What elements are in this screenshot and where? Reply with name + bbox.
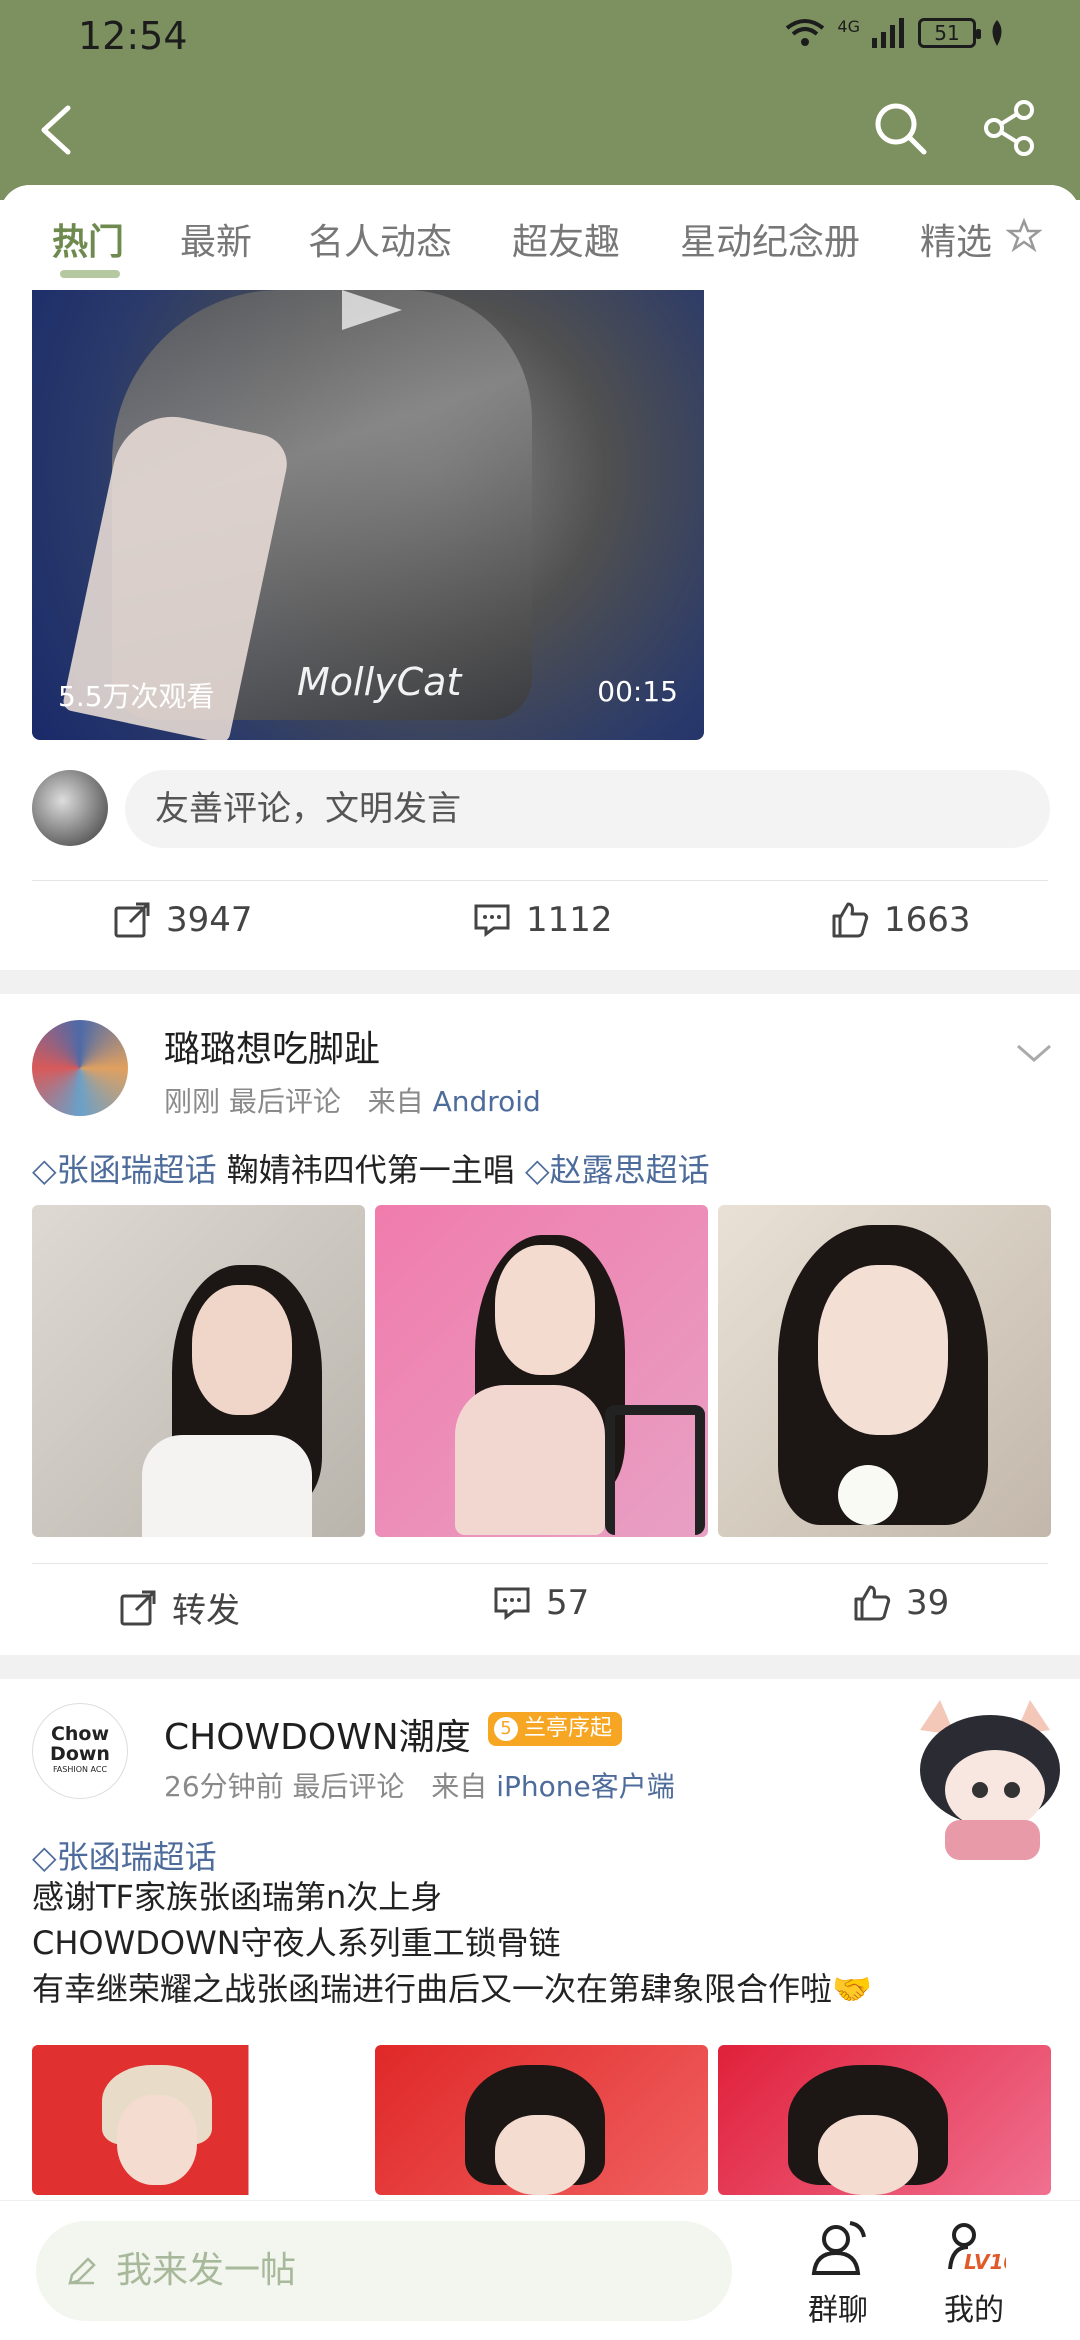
post-time: 刚刚 <box>164 1085 221 1118</box>
share-icon[interactable] <box>980 98 1040 158</box>
level-label: LV10 <box>964 2250 1006 2274</box>
signal-icon <box>872 18 904 48</box>
back-icon[interactable] <box>30 100 90 160</box>
comment-count: 1112 <box>526 900 613 940</box>
tab-bar: 热门 最新 名人动态 超友趣 星动纪念册 精选 <box>0 185 1080 290</box>
group-chat-icon <box>811 2221 866 2275</box>
post-actions: 转发 57 39 <box>0 1563 1080 1653</box>
repost-button[interactable]: 3947 <box>112 900 253 940</box>
post-last-comment: 最后评论 <box>228 1085 341 1118</box>
status-time: 12:54 <box>78 14 188 58</box>
bottom-bar: 我来发一帖 群聊 LV10 我的 <box>0 2200 1080 2340</box>
chevron-down-icon[interactable] <box>1014 1042 1054 1066</box>
post-text: ◇张函瑞超话 <box>32 1832 217 1878</box>
post-text: ◇张函瑞超话 鞠婧祎四代第一主唱 ◇赵露思超话 <box>32 1145 710 1191</box>
topic-link[interactable]: ◇赵露思超话 <box>525 1151 710 1189</box>
network-label: 4G <box>837 16 860 36</box>
post-time: 26分钟前 <box>164 1770 284 1803</box>
badge-level: 5 <box>494 1717 518 1741</box>
status-bar: 12:54 4G 51 <box>0 0 1080 80</box>
post-body: CHOWDOWN守夜人系列重工锁骨链 <box>32 1924 561 1962</box>
post-meta: 26分钟前 最后评论 来自 iPhone客户端 <box>164 1765 675 1805</box>
repost-count: 3947 <box>166 900 253 940</box>
group-chat-label: 群聊 <box>808 2293 868 2328</box>
comment-count: 57 <box>546 1583 590 1623</box>
cat-sticker-icon <box>920 1700 1060 1860</box>
post-username[interactable]: 璐璐想吃脚趾 <box>164 1020 380 1072</box>
post-body: 鞠婧祎四代第一主唱 <box>226 1151 515 1189</box>
video-actions: 3947 1112 1663 <box>0 880 1080 970</box>
thumbs-up-icon <box>832 902 869 938</box>
comment-icon <box>474 904 510 937</box>
tab-latest[interactable]: 最新 <box>180 213 252 265</box>
post-image[interactable] <box>375 1205 708 1537</box>
video-duration: 00:15 <box>597 675 678 708</box>
tab-active-indicator <box>60 270 120 278</box>
video-watermark: MollyCat <box>297 660 462 704</box>
nav-bar <box>0 90 1080 180</box>
repost-button[interactable]: 转发 <box>118 1583 240 1632</box>
post-image[interactable] <box>718 1205 1051 1537</box>
comment-icon <box>494 1587 530 1620</box>
topic-link[interactable]: ◇张函瑞超话 <box>32 1151 217 1189</box>
avatar[interactable] <box>32 1020 128 1116</box>
video-views: 5.5万次观看 <box>58 680 215 713</box>
comment-button[interactable]: 57 <box>492 1583 589 1623</box>
compose-input[interactable]: 我来发一帖 <box>36 2221 732 2321</box>
tab-memorial[interactable]: 星动纪念册 <box>680 213 860 265</box>
comment-input[interactable]: 友善评论，文明发言 <box>125 770 1050 848</box>
profile-level-icon: LV10 <box>948 2223 1006 2274</box>
avatar[interactable]: Chow Down FASHION ACC <box>32 1703 128 1799</box>
post-body: 感谢TF家族张函瑞第n次上身 <box>32 1878 443 1916</box>
topic-link[interactable]: ◇张函瑞超话 <box>32 1838 217 1876</box>
image-grid <box>32 1205 1051 1537</box>
repost-icon <box>120 1590 156 1625</box>
tab-hot[interactable]: 热门 <box>52 213 124 265</box>
like-button[interactable]: 39 <box>852 1583 949 1623</box>
post-image[interactable] <box>718 2045 1051 2195</box>
like-count: 1663 <box>884 900 971 940</box>
video-player[interactable]: 5.5万次观看 MollyCat 00:15 <box>32 290 704 740</box>
thumbs-up-icon <box>854 1585 891 1621</box>
battery-icon: 51 <box>918 18 981 48</box>
tab-more-icon[interactable] <box>1006 217 1042 253</box>
avatar[interactable] <box>32 770 108 846</box>
post-source: iPhone客户端 <box>496 1770 675 1803</box>
compose-placeholder: 我来发一帖 <box>116 2250 297 2291</box>
post-image[interactable] <box>375 2045 708 2195</box>
image-grid <box>32 2045 1051 2195</box>
post-image[interactable] <box>32 2045 365 2195</box>
tab-celebrity[interactable]: 名人动态 <box>308 213 452 265</box>
like-button[interactable]: 1663 <box>830 900 971 940</box>
mine-label: 我的 <box>944 2293 1004 2328</box>
like-count: 39 <box>906 1583 950 1623</box>
post-source-prefix: 来自 <box>367 1085 424 1118</box>
comment-button[interactable]: 1112 <box>472 900 613 940</box>
wifi-icon <box>786 19 825 46</box>
feed-sheet: 热门 最新 名人动态 超友趣 星动纪念册 精选 5.5万次观看 MollyCat… <box>0 185 1080 2340</box>
pencil-icon <box>68 2257 96 2285</box>
badge-text: 兰亭序起 <box>524 1716 613 1741</box>
search-icon[interactable] <box>870 98 930 158</box>
post-image[interactable] <box>32 1205 365 1537</box>
section-gap <box>0 1655 1080 1679</box>
post-last-comment: 最后评论 <box>292 1770 405 1803</box>
mine-button[interactable]: LV10 我的 <box>914 2217 1034 2329</box>
fan-badge: 5 兰亭序起 <box>488 1712 623 1746</box>
group-chat-button[interactable]: 群聊 <box>778 2217 898 2329</box>
repost-label: 转发 <box>172 1591 240 1631</box>
post-source-prefix: 来自 <box>431 1770 488 1803</box>
post-body: 有幸继荣耀之战张函瑞进行曲后又一次在第肆象限合作啦🤝 <box>32 1970 872 2008</box>
post-username[interactable]: CHOWDOWN潮度 <box>164 1708 471 1760</box>
repost-icon <box>114 902 150 938</box>
comment-row: 友善评论，文明发言 <box>0 760 1080 860</box>
tab-featured[interactable]: 精选 <box>920 213 992 265</box>
post-meta: 刚刚 最后评论 来自 Android <box>164 1080 541 1120</box>
header: 12:54 4G 51 <box>0 0 1080 200</box>
section-gap <box>0 970 1080 994</box>
leaf-icon <box>992 20 1002 46</box>
tab-fun[interactable]: 超友趣 <box>512 213 620 265</box>
post-source: Android <box>432 1085 541 1118</box>
status-icons: 4G 51 <box>785 16 1006 48</box>
